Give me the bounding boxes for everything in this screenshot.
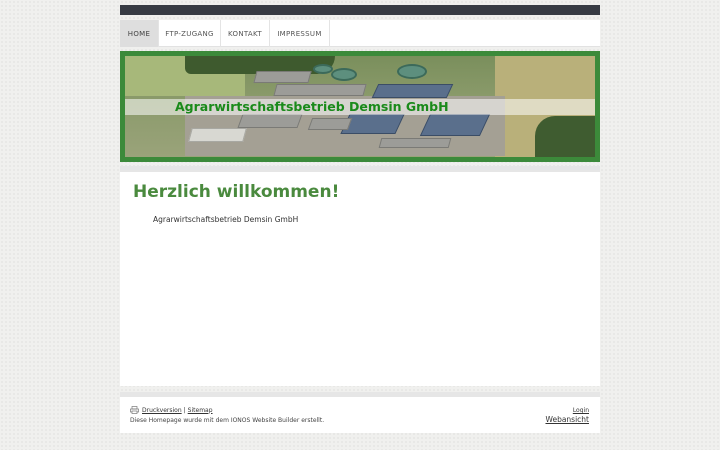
top-bar bbox=[120, 5, 600, 15]
printer-icon[interactable] bbox=[130, 406, 139, 414]
nav-item-ftp-zugang[interactable]: FTP-ZUGANG bbox=[159, 20, 221, 47]
site-title: Agrarwirtschaftsbetrieb Demsin GmbH bbox=[175, 99, 449, 114]
footer: Druckversion | Sitemap Diese Homepage wu… bbox=[120, 397, 600, 433]
page-heading: Herzlich willkommen! bbox=[133, 182, 340, 202]
nav-item-impressum[interactable]: IMPRESSUM bbox=[270, 20, 330, 47]
login-link[interactable]: Login bbox=[573, 407, 589, 414]
nav-item-home[interactable]: HOME bbox=[120, 20, 159, 47]
nav-item-kontakt[interactable]: KONTAKT bbox=[221, 20, 270, 47]
header-banner: Agrarwirtschaftsbetrieb Demsin GmbH bbox=[120, 51, 600, 162]
footer-note: Diese Homepage wurde mit dem IONOS Websi… bbox=[130, 417, 325, 424]
farm-aerial-photo: Agrarwirtschaftsbetrieb Demsin GmbH bbox=[125, 56, 595, 157]
sitemap-link[interactable]: Sitemap bbox=[188, 407, 213, 414]
intro-text: Agrarwirtschaftsbetrieb Demsin GmbH bbox=[153, 215, 299, 224]
print-version-link[interactable]: Druckversion bbox=[142, 407, 182, 414]
main-content: Herzlich willkommen! Agrarwirtschaftsbet… bbox=[120, 172, 600, 386]
webview-link[interactable]: Webansicht bbox=[545, 415, 589, 424]
main-navigation: HOME FTP-ZUGANG KONTAKT IMPRESSUM bbox=[120, 20, 600, 47]
footer-separator: | bbox=[183, 406, 186, 414]
footer-links: Druckversion | Sitemap bbox=[130, 406, 213, 414]
